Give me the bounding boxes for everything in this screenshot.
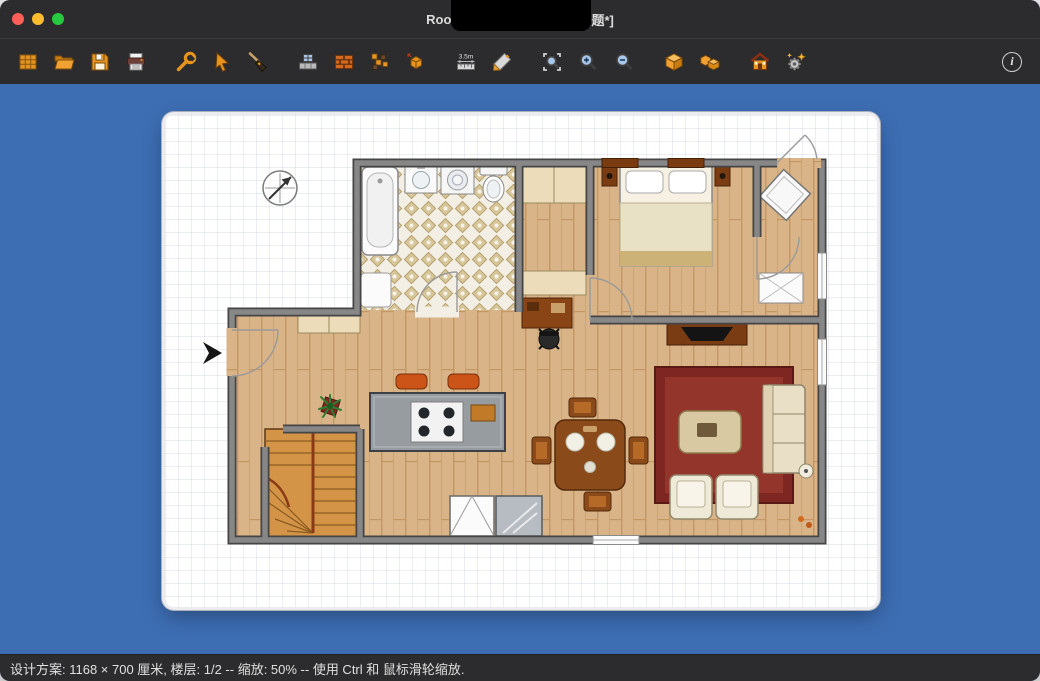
stove — [411, 402, 463, 442]
blocks-icon — [369, 51, 391, 73]
status-bar: 设计方案: 1168 × 700 厘米, 楼层: 1/2 -- 缩放: 50% … — [0, 654, 1040, 681]
compass[interactable] — [263, 171, 297, 205]
coffee-table[interactable] — [679, 411, 741, 453]
cube-3d-icon — [663, 51, 685, 73]
window-controls — [12, 0, 64, 38]
merge-blocks-button[interactable] — [362, 44, 398, 80]
design-canvas[interactable] — [165, 115, 877, 607]
window-title: Roo 题*] — [426, 0, 614, 38]
wrench-icon — [175, 51, 197, 73]
select-button[interactable] — [204, 44, 240, 80]
close-button[interactable] — [12, 13, 24, 25]
draw-button[interactable] — [484, 44, 520, 80]
save-icon — [89, 51, 111, 73]
camera-notch — [451, 0, 591, 31]
armchair-2[interactable] — [716, 475, 758, 519]
nightstand-left[interactable] — [602, 166, 617, 186]
save-button[interactable] — [82, 44, 118, 80]
pencil-icon — [491, 51, 513, 73]
bricks-button[interactable] — [326, 44, 362, 80]
objects-3d-button[interactable] — [692, 44, 728, 80]
dishwasher[interactable] — [496, 496, 542, 536]
armchair-1[interactable] — [670, 475, 712, 519]
bathroom-sink[interactable] — [405, 165, 437, 193]
hall-cabinet[interactable] — [522, 271, 586, 295]
insert-object-button[interactable] — [398, 44, 434, 80]
corner-cabinet[interactable] — [450, 496, 494, 536]
wall-button[interactable] — [290, 44, 326, 80]
window-title-left: Roo — [426, 12, 451, 27]
stairs[interactable] — [265, 429, 360, 540]
grid-icon — [17, 51, 39, 73]
measure-button[interactable]: 3.5m — [448, 44, 484, 80]
zoom-selection-button[interactable] — [534, 44, 570, 80]
titlebar: Roo 题*] — [0, 0, 1040, 38]
bricks-icon — [333, 51, 355, 73]
brush-icon — [247, 51, 269, 73]
workspace-background — [0, 84, 1040, 654]
kitchen-island[interactable] — [370, 393, 505, 451]
bathtub[interactable] — [362, 167, 398, 255]
window-title-right: 题*] — [591, 10, 613, 29]
sofa[interactable] — [763, 385, 805, 473]
tv-stand[interactable] — [667, 323, 747, 345]
status-text: 设计方案: 1168 × 700 厘米, 楼层: 1/2 -- 缩放: 50% … — [10, 659, 465, 678]
zoom-out-button[interactable] — [606, 44, 642, 80]
minimize-button[interactable] — [32, 13, 44, 25]
house-3d-icon — [749, 51, 771, 73]
dining-table[interactable] — [555, 420, 625, 490]
zoom-in-button[interactable] — [570, 44, 606, 80]
info-button[interactable]: i — [1002, 52, 1022, 72]
zoom-in-icon — [577, 51, 599, 73]
app-window: Roo 题*] — [0, 0, 1040, 681]
view-3d-button[interactable] — [656, 44, 692, 80]
nightstand-right[interactable] — [715, 166, 730, 186]
svg-text:3.5m: 3.5m — [459, 53, 473, 60]
bar-stool-1[interactable] — [396, 374, 427, 389]
wall-window-icon — [297, 51, 319, 73]
office-chair[interactable] — [539, 329, 559, 349]
bar-stool-2[interactable] — [448, 374, 479, 389]
sideboard[interactable] — [298, 315, 360, 333]
gear-sparkle-icon — [785, 51, 807, 73]
toolbar: 3.5m — [0, 38, 1040, 84]
print-icon — [125, 51, 147, 73]
open-folder-icon — [53, 51, 75, 73]
brush-button[interactable] — [240, 44, 276, 80]
tools-button[interactable] — [168, 44, 204, 80]
cubes-3d-icon — [699, 51, 721, 73]
cursor-arrow-icon — [211, 51, 233, 73]
desk[interactable] — [522, 298, 572, 328]
object-box-icon — [405, 51, 427, 73]
floor-lamp[interactable] — [799, 464, 813, 478]
grid-button[interactable] — [10, 44, 46, 80]
home-3d-button[interactable] — [742, 44, 778, 80]
zoom-out-icon — [613, 51, 635, 73]
info-icon: i — [1010, 54, 1013, 69]
fullscreen-button[interactable] — [52, 13, 64, 25]
measure-ruler-icon: 3.5m — [455, 51, 477, 73]
wardrobe[interactable] — [522, 167, 586, 203]
floorplan[interactable] — [165, 115, 877, 607]
shower-tray[interactable] — [361, 273, 391, 307]
washing-machine[interactable] — [441, 165, 474, 194]
open-button[interactable] — [46, 44, 82, 80]
cursor-pointer — [203, 342, 222, 364]
render-settings-button[interactable] — [778, 44, 814, 80]
print-button[interactable] — [118, 44, 154, 80]
zoom-region-icon — [541, 51, 563, 73]
bed[interactable] — [620, 164, 712, 266]
